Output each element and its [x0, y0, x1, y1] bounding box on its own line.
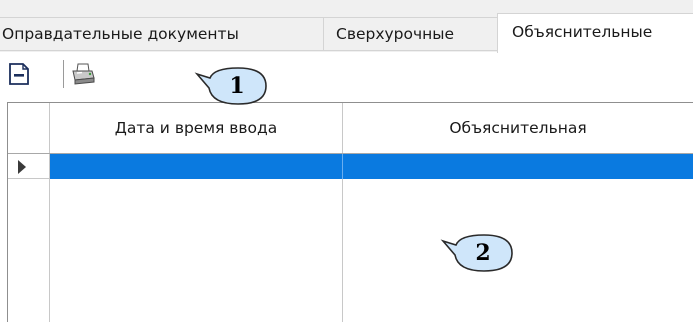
toolbar-separator — [63, 60, 64, 88]
collapse-button[interactable] — [7, 62, 31, 86]
callout-1: 1 — [194, 66, 270, 106]
toolbar — [0, 52, 693, 98]
tab-overtime[interactable]: Сверхурочные — [323, 17, 498, 50]
cell-date-time[interactable] — [50, 154, 343, 179]
current-row-arrow-icon — [18, 160, 26, 174]
tab-explanatory-notes[interactable]: Объяснительные — [497, 13, 693, 53]
cell-explanation[interactable] — [343, 154, 693, 179]
column-header-explanation[interactable]: Объяснительная — [343, 103, 693, 153]
callout-1-label: 1 — [229, 73, 245, 99]
row-selector[interactable] — [8, 154, 50, 179]
column-divider — [342, 179, 343, 322]
print-button[interactable] — [70, 62, 95, 86]
grid-header: Дата и время ввода Объяснительная — [8, 103, 693, 154]
tab-justification-documents[interactable]: Оправдательные документы — [0, 17, 324, 50]
explanatory-notes-panel: Оправдательные документы Сверхурочные Об… — [0, 0, 693, 322]
tab-strip: Оправдательные документы Сверхурочные Об… — [0, 0, 693, 53]
column-header-date-time[interactable]: Дата и время ввода — [50, 103, 343, 153]
printer-icon — [72, 63, 95, 85]
row-header-divider — [49, 179, 50, 322]
callout-2-label: 2 — [475, 240, 491, 266]
callout-2: 2 — [440, 233, 516, 273]
minus-box-icon — [9, 63, 29, 85]
explanations-grid[interactable]: Дата и время ввода Объяснительная — [7, 102, 693, 322]
row-header-corner — [8, 103, 50, 153]
